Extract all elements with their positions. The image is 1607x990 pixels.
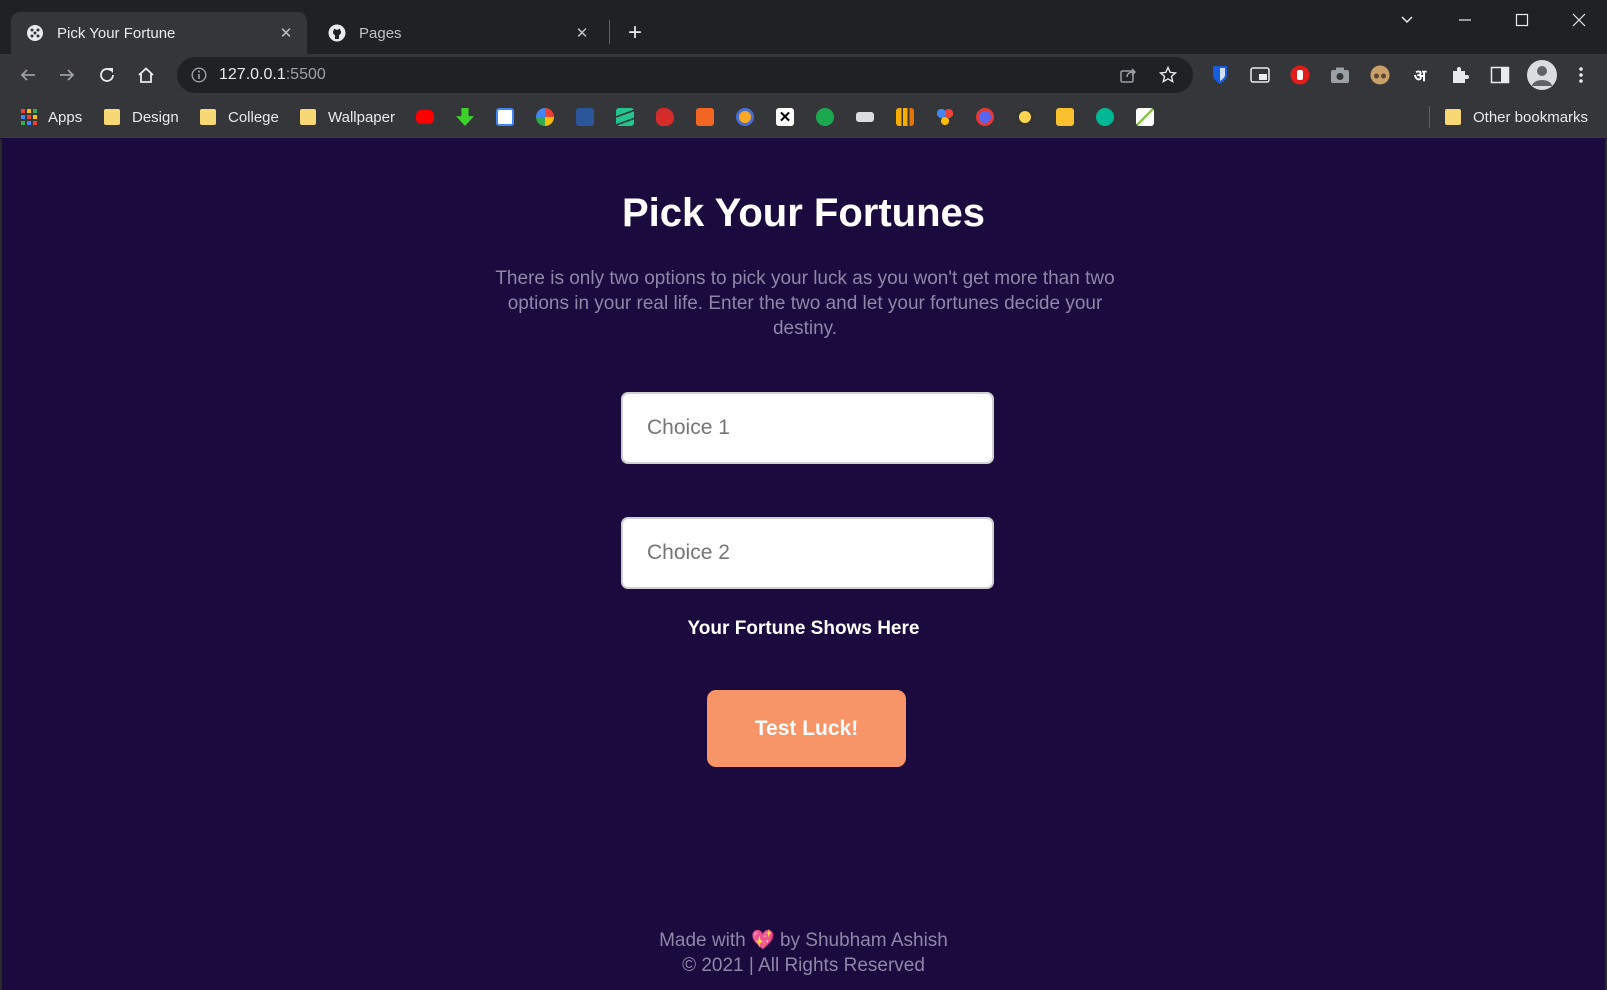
share-icon[interactable] [1117, 64, 1139, 86]
footer-credit: Made with 💖 by Shubham Ashish [2, 928, 1605, 953]
green-hexagon-bookmark-icon[interactable] [816, 108, 834, 126]
stripes-bookmark-icon[interactable] [616, 108, 634, 126]
github-icon [328, 24, 346, 42]
back-arrow-icon[interactable] [12, 59, 44, 91]
footer-author: by Shubham Ashish [779, 930, 948, 951]
stop-hand-icon[interactable] [1289, 64, 1311, 86]
page-title: Pick Your Fortunes [621, 191, 986, 235]
word-bookmark-icon[interactable] [576, 108, 594, 126]
keyboard-bookmark-icon[interactable] [856, 112, 874, 122]
bookmarks-bar: Apps Design College Wallpaper ✕ Other bo… [0, 96, 1607, 138]
dots-bookmark-icon[interactable] [936, 108, 954, 126]
folder-icon [300, 109, 316, 125]
folder-icon [200, 109, 216, 125]
tab-pick-your-fortune[interactable]: Pick Your Fortune ✕ [11, 12, 307, 54]
orange-box-bookmark-icon[interactable] [696, 108, 714, 126]
minimize-window-icon[interactable] [1436, 0, 1494, 40]
bookmark-label: Design [132, 108, 179, 126]
tab-title: Pages [359, 24, 402, 42]
bookmark-star-icon[interactable] [1157, 64, 1179, 86]
reload-icon[interactable] [91, 59, 123, 91]
tab-title: Pick Your Fortune [57, 24, 176, 42]
dice-favicon-icon [26, 24, 44, 42]
slides-bookmark-icon[interactable] [1056, 108, 1074, 126]
bookmark-label: College [228, 108, 279, 126]
bookmarks-divider [1429, 106, 1430, 128]
folder-icon [104, 109, 120, 125]
more-menu-icon[interactable] [1570, 64, 1592, 86]
bookmark-label: Apps [48, 108, 83, 126]
youtube-bookmark-icon[interactable] [416, 110, 434, 124]
close-window-icon[interactable] [1550, 0, 1607, 40]
page-viewport: Pick Your Fortunes There is only two opt… [0, 139, 1607, 990]
test-luck-button[interactable]: Test Luck! [707, 690, 906, 767]
choice-2-input[interactable] [621, 517, 994, 589]
bookmark-folder-design[interactable]: Design [104, 106, 179, 128]
bookmark-label: Other bookmarks [1473, 108, 1589, 126]
maximize-window-icon[interactable] [1493, 0, 1551, 40]
home-icon[interactable] [130, 59, 162, 91]
extensions-puzzle-icon[interactable] [1449, 64, 1471, 86]
close-tab-icon[interactable]: ✕ [277, 24, 295, 42]
forward-arrow-icon[interactable] [51, 59, 83, 91]
yellow-circle-bookmark-icon[interactable] [1016, 108, 1034, 126]
x-bookmark-icon[interactable]: ✕ [776, 108, 794, 126]
apps-grid-icon [20, 108, 38, 126]
new-tab-button[interactable]: + [621, 19, 649, 47]
tab-divider [609, 20, 610, 44]
bookmark-apps[interactable]: Apps [20, 106, 82, 128]
side-panel-icon[interactable] [1489, 64, 1511, 86]
profile-avatar[interactable] [1527, 60, 1557, 90]
picture-in-picture-icon[interactable] [1249, 64, 1271, 86]
footer: Made with 💖 by Shubham Ashish © 2021 | A… [2, 928, 1605, 978]
ring-bookmark-icon[interactable] [736, 108, 754, 126]
url-text: 127.0.0.1:5500 [219, 66, 326, 84]
folder-icon [1445, 109, 1461, 125]
red-cloud-bookmark-icon[interactable] [656, 108, 674, 126]
address-bar[interactable]: 127.0.0.1:5500 [177, 57, 1193, 93]
tab-pages[interactable]: Pages ✕ [313, 12, 603, 54]
photos-pinwheel-bookmark-icon[interactable] [536, 108, 554, 126]
bookmark-folder-college[interactable]: College [200, 106, 279, 128]
choice-1-input[interactable] [621, 392, 994, 464]
heart-icon: 💖 [750, 930, 775, 951]
tab-search-chevron-icon[interactable] [1378, 0, 1436, 40]
close-tab-icon[interactable]: ✕ [573, 24, 591, 42]
cb-bookmark-icon[interactable] [1096, 108, 1114, 126]
drive-bookmark-icon[interactable] [496, 108, 514, 126]
browser-tab-strip: Pick Your Fortune ✕ Pages ✕ + [0, 0, 1607, 54]
page-description: There is only two options to pick your l… [495, 268, 1115, 339]
bookmark-label: Wallpaper [328, 108, 395, 126]
bookmark-other-bookmarks[interactable]: Other bookmarks [1445, 106, 1588, 128]
url-host: 127.0.0.1 [219, 66, 286, 83]
striped-box-bookmark-icon[interactable] [1136, 108, 1154, 126]
bookmark-folder-wallpaper[interactable]: Wallpaper [300, 106, 395, 128]
download-arrow-bookmark-icon[interactable] [456, 108, 474, 126]
bitwarden-shield-icon[interactable] [1209, 64, 1231, 86]
analytics-bookmark-icon[interactable] [896, 108, 914, 126]
camera-icon[interactable] [1329, 64, 1351, 86]
incognito-glasses-icon[interactable] [1369, 64, 1391, 86]
site-info-icon[interactable] [190, 66, 208, 84]
fortune-result-text: Your Fortune Shows Here [687, 618, 920, 639]
chat-bookmark-icon[interactable] [976, 108, 994, 126]
hindi-input-icon[interactable]: अ [1409, 64, 1431, 86]
footer-copyright: © 2021 | All Rights Reserved [682, 955, 925, 976]
browser-toolbar: 127.0.0.1:5500 अ [0, 54, 1607, 96]
url-port: :5500 [285, 66, 326, 83]
footer-made-with: Made with [659, 930, 746, 951]
